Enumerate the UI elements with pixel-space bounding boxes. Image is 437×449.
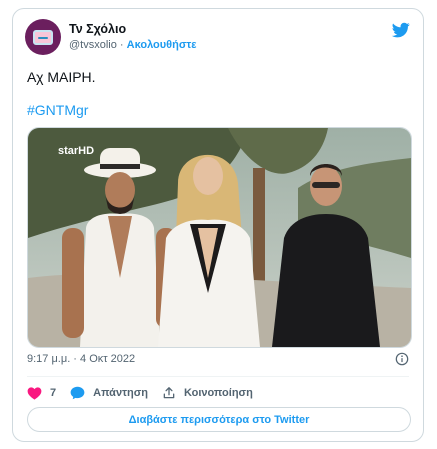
like-button[interactable]: 7 [27, 386, 56, 400]
timestamp-link[interactable]: 9:17 μ.μ. · 4 Οκτ 2022 [27, 353, 135, 365]
author-handle-line: @tvsxolio · Ακολουθήστε [69, 39, 197, 51]
info-icon[interactable] [395, 352, 409, 366]
share-icon [163, 387, 175, 399]
heart-icon [27, 387, 42, 400]
avatar[interactable] [25, 19, 61, 55]
tweet-card: Τν Σχόλιο @tvsxolio · Ακολουθήστε Αχ ΜΑΙ… [12, 8, 424, 442]
twitter-bird-icon[interactable] [391, 21, 411, 39]
hashtag-link[interactable]: #GNTMgr [27, 102, 88, 118]
photo-scene: starHD [28, 128, 411, 347]
channel-watermark: starHD [58, 145, 94, 157]
read-more-button[interactable]: Διαβάστε περισσότερα στο Twitter [27, 407, 411, 432]
author-handle[interactable]: @tvsxolio [69, 39, 117, 51]
tweet-photo[interactable]: starHD [27, 127, 412, 348]
like-count: 7 [50, 387, 57, 399]
reply-label: Απάντηση [93, 387, 148, 399]
reply-bubble-icon [70, 386, 85, 400]
tv-logo-icon [33, 29, 53, 45]
share-button[interactable]: Κοινοποίηση [162, 386, 253, 400]
divider [27, 376, 409, 377]
follow-link[interactable]: Ακολουθήστε [127, 39, 197, 51]
share-label: Κοινοποίηση [183, 387, 253, 399]
separator: · [116, 39, 127, 51]
action-bar: 7 Απάντηση Κοινοποίηση [27, 384, 267, 402]
tweet-text: Αχ ΜΑΙΡΗ. [27, 69, 96, 85]
reply-button[interactable]: Απάντηση [70, 386, 148, 400]
author-name[interactable]: Τν Σχόλιο [69, 22, 126, 36]
